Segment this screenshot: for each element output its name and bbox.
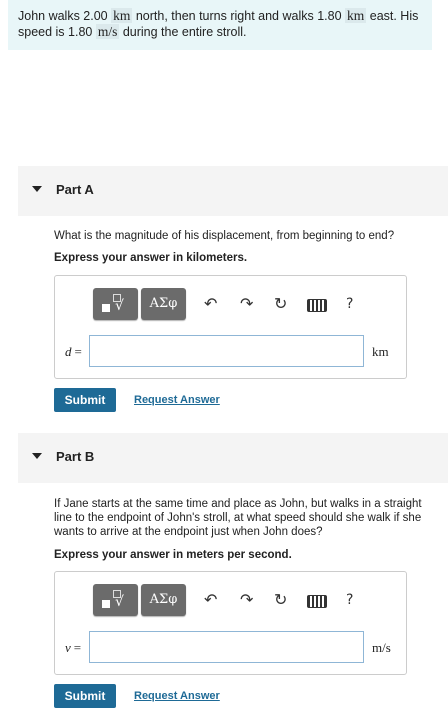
part-b-header[interactable]: Part B	[18, 433, 448, 483]
part-b-title: Part B	[56, 449, 95, 464]
keyboard-icon[interactable]	[307, 299, 327, 312]
problem-text-2: north, then turns right and walks 1.80	[132, 9, 345, 23]
answer-input-d[interactable]	[89, 335, 364, 367]
template-button[interactable]: √	[93, 288, 138, 320]
variable-v: v	[65, 640, 71, 655]
template-radical-icon: √	[115, 298, 124, 314]
undo-icon[interactable]: ↶	[204, 590, 217, 609]
variable-label: d =	[65, 344, 82, 360]
math-toolbar: √ ΑΣφ ↶ ↷ ↻ ?	[93, 288, 383, 322]
template-square-icon	[102, 600, 110, 608]
symbols-button[interactable]: ΑΣφ	[141, 288, 186, 320]
submit-button[interactable]: Submit	[54, 388, 116, 412]
template-button[interactable]: √	[93, 584, 138, 616]
collapse-triangle-icon[interactable]	[32, 186, 42, 192]
problem-text-4: during the entire stroll.	[119, 25, 247, 39]
units-label: m/s	[372, 640, 391, 655]
redo-icon[interactable]: ↷	[240, 590, 253, 609]
submit-button[interactable]: Submit	[54, 684, 116, 708]
reset-icon[interactable]: ↻	[274, 590, 287, 609]
units-label: km	[372, 344, 389, 359]
collapse-triangle-icon[interactable]	[32, 453, 42, 459]
answer-input-v[interactable]	[89, 631, 364, 663]
symbols-button[interactable]: ΑΣφ	[141, 584, 186, 616]
request-answer-link[interactable]: Request Answer	[134, 394, 220, 406]
equals-sign: =	[73, 640, 82, 655]
template-square-icon	[102, 304, 110, 312]
part-a-answer-box: √ ΑΣφ ↶ ↷ ↻ ? d = km	[54, 275, 407, 379]
part-a-question: What is the magnitude of his displacemen…	[54, 230, 395, 242]
help-button[interactable]: ?	[346, 592, 353, 608]
part-b-instruction: Express your answer in meters per second…	[54, 549, 292, 561]
undo-icon[interactable]: ↶	[204, 294, 217, 313]
unit-km: km	[111, 8, 133, 23]
reset-icon[interactable]: ↻	[274, 294, 287, 313]
part-b-question: If Jane starts at the same time and plac…	[54, 498, 422, 538]
variable-label: v =	[65, 640, 81, 656]
redo-icon[interactable]: ↷	[240, 294, 253, 313]
math-toolbar: √ ΑΣφ ↶ ↷ ↻ ?	[93, 584, 383, 618]
unit-mps: m/s	[95, 24, 120, 39]
part-a-instruction: Express your answer in kilometers.	[54, 252, 248, 264]
part-a-title: Part A	[56, 182, 94, 197]
part-a-header[interactable]: Part A	[18, 166, 448, 216]
equals-sign: =	[74, 344, 82, 359]
problem-statement: John walks 2.00 km north, then turns rig…	[8, 0, 432, 50]
request-answer-link[interactable]: Request Answer	[134, 690, 220, 702]
part-b-answer-box: √ ΑΣφ ↶ ↷ ↻ ? v = m/s	[54, 571, 407, 675]
variable-d: d	[65, 344, 72, 359]
keyboard-icon[interactable]	[307, 595, 327, 608]
help-button[interactable]: ?	[346, 296, 353, 312]
problem-text-1: John walks 2.00	[18, 9, 112, 23]
template-radical-icon: √	[115, 594, 124, 610]
unit-km: km	[345, 8, 367, 23]
